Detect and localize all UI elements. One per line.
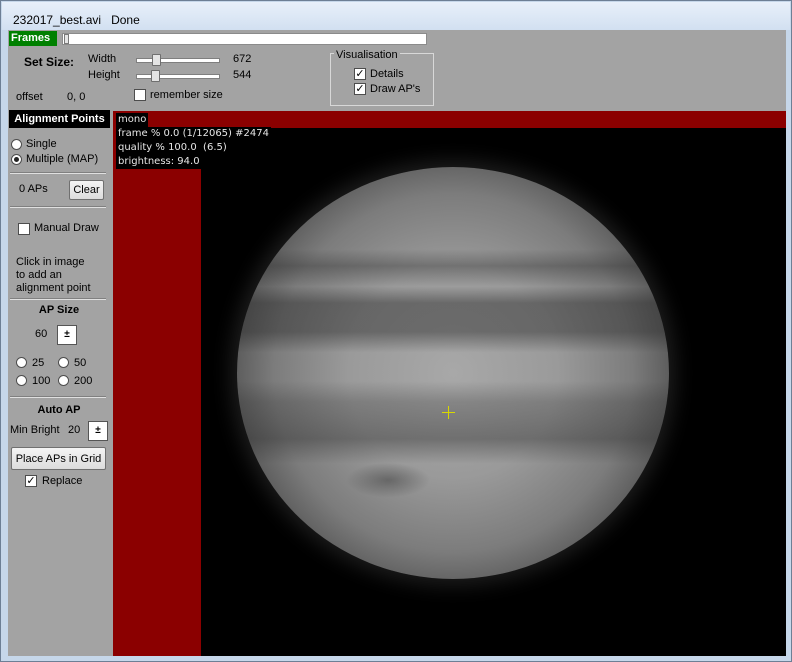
size-50-radio[interactable] bbox=[58, 357, 69, 368]
brightness-info: brightness: 94.0 bbox=[116, 155, 202, 169]
offset-label: offset bbox=[16, 91, 43, 103]
replace-checkbox[interactable]: ✓ bbox=[25, 475, 37, 487]
details-label: Details bbox=[370, 68, 404, 80]
multiple-map-label: Multiple (MAP) bbox=[26, 153, 99, 165]
frames-slider-thumb[interactable] bbox=[64, 34, 69, 44]
multiple-map-radio[interactable] bbox=[11, 154, 22, 165]
size-200-label: 200 bbox=[74, 375, 93, 387]
roi-border-top bbox=[113, 111, 786, 128]
remember-size-label: remember size bbox=[150, 89, 223, 101]
min-bright-value: 20 bbox=[68, 424, 81, 436]
width-slider[interactable] bbox=[136, 58, 220, 63]
min-bright-stepper[interactable]: ± bbox=[88, 421, 108, 441]
ap-size-value: 60 bbox=[35, 328, 48, 340]
width-value: 672 bbox=[233, 53, 252, 65]
draw-aps-checkbox[interactable]: ✓ bbox=[354, 83, 366, 95]
height-slider-thumb[interactable] bbox=[151, 70, 160, 82]
roi-border-left bbox=[113, 128, 201, 656]
mode-label: mono bbox=[116, 113, 149, 127]
planet-image bbox=[237, 167, 669, 579]
hint-line-3: alignment point bbox=[16, 282, 91, 294]
separator bbox=[10, 298, 106, 300]
size-25-radio[interactable] bbox=[16, 357, 27, 368]
alignment-points-header: Alignment Points bbox=[9, 110, 110, 128]
manual-draw-checkbox[interactable] bbox=[18, 223, 30, 235]
height-slider[interactable] bbox=[136, 74, 220, 79]
height-value: 544 bbox=[233, 69, 252, 81]
place-aps-in-grid-button[interactable]: Place APs in Grid bbox=[11, 447, 106, 470]
set-size-label: Set Size: bbox=[24, 55, 75, 69]
window-title: 232017_best.avi Done bbox=[13, 13, 140, 27]
details-checkbox[interactable]: ✓ bbox=[354, 68, 366, 80]
size-25-label: 25 bbox=[32, 357, 45, 369]
height-label: Height bbox=[88, 69, 120, 81]
size-200-radio[interactable] bbox=[58, 375, 69, 386]
manual-draw-label: Manual Draw bbox=[34, 222, 99, 234]
size-100-radio[interactable] bbox=[16, 375, 27, 386]
width-slider-thumb[interactable] bbox=[152, 54, 161, 66]
ap-size-stepper[interactable]: ± bbox=[57, 325, 77, 345]
auto-ap-title: Auto AP bbox=[37, 404, 81, 416]
visualisation-title: Visualisation bbox=[334, 49, 400, 61]
frames-slider[interactable] bbox=[62, 33, 427, 45]
replace-label: Replace bbox=[42, 475, 83, 487]
separator bbox=[10, 172, 106, 174]
client-area: Frames Set Size: Width 672 Height 544 of… bbox=[8, 30, 786, 656]
image-view[interactable]: mono frame % 0.0 (1/12065) #2474 quality… bbox=[113, 111, 786, 656]
frame-info: frame % 0.0 (1/12065) #2474 bbox=[116, 127, 271, 141]
crosshair-icon bbox=[442, 406, 455, 419]
single-radio[interactable] bbox=[11, 139, 22, 150]
app-window: 232017_best.avi Done Frames Set Size: Wi… bbox=[0, 0, 792, 662]
single-label: Single bbox=[26, 138, 57, 150]
size-50-label: 50 bbox=[74, 357, 87, 369]
frames-label: Frames bbox=[9, 31, 57, 46]
size-100-label: 100 bbox=[32, 375, 51, 387]
draw-aps-label: Draw AP's bbox=[370, 83, 421, 95]
hint-line-1: Click in image bbox=[16, 256, 85, 268]
min-bright-label: Min Bright bbox=[10, 424, 60, 436]
title-bar: 232017_best.avi Done bbox=[2, 2, 790, 30]
offset-value: 0, 0 bbox=[67, 91, 86, 103]
separator bbox=[10, 206, 106, 208]
ap-size-title: AP Size bbox=[38, 304, 80, 316]
hint-line-2: to add an bbox=[16, 269, 62, 281]
ap-count: 0 APs bbox=[19, 183, 48, 195]
quality-info: quality % 100.0 (6.5) bbox=[116, 141, 229, 155]
remember-size-checkbox[interactable] bbox=[134, 89, 146, 101]
separator bbox=[10, 396, 106, 398]
width-label: Width bbox=[88, 53, 117, 65]
clear-button[interactable]: Clear bbox=[69, 180, 104, 200]
